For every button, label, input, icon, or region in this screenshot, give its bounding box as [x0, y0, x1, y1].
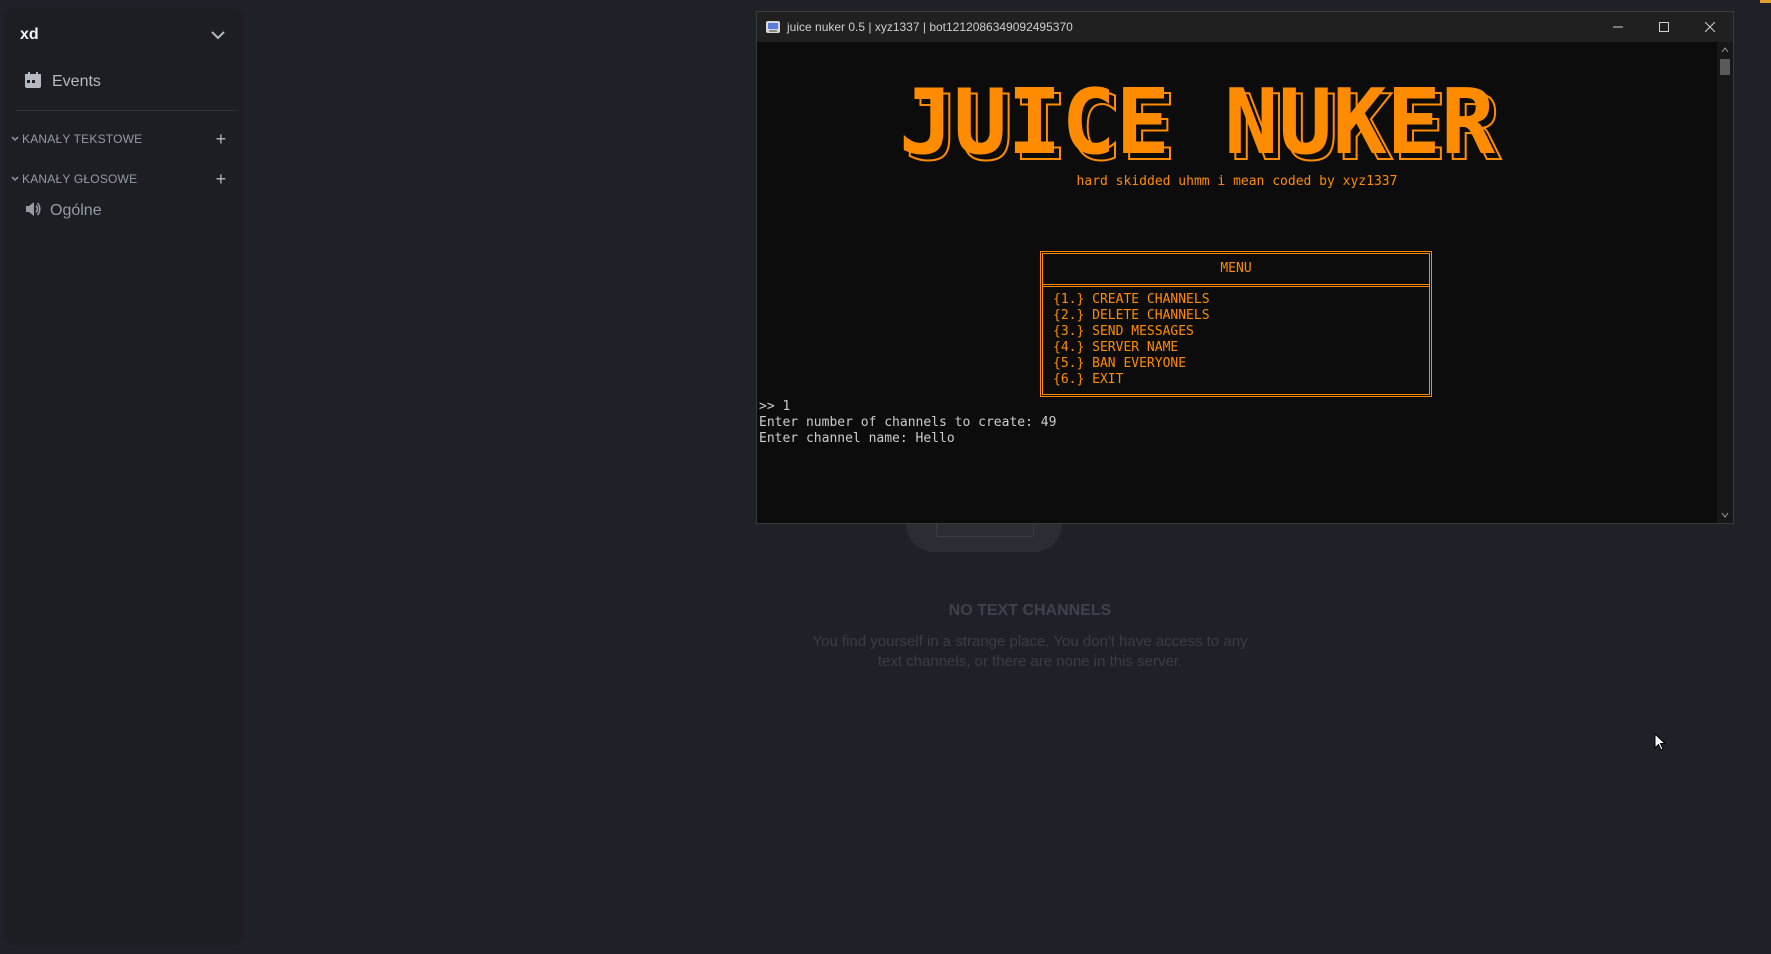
voice-channel-item[interactable]: Ogólne: [12, 195, 236, 227]
menu-item-exit[interactable]: {6.} EXIT: [1053, 372, 1419, 388]
menu-item-delete-channels[interactable]: {2.} DELETE CHANNELS: [1053, 308, 1419, 324]
logo-text: JUICE NUKER: [899, 70, 1496, 175]
calendar-icon: [24, 71, 42, 94]
close-icon: [1705, 22, 1715, 32]
menu-title: MENU: [1043, 254, 1429, 287]
close-button[interactable]: [1687, 12, 1733, 42]
window-titlebar[interactable]: juice nuker 0.5 | xyz1337 | bot121208634…: [757, 12, 1733, 42]
chevron-down-icon[interactable]: [208, 25, 228, 45]
events-item[interactable]: Events: [12, 64, 236, 100]
window-title: juice nuker 0.5 | xyz1337 | bot121208634…: [787, 20, 1073, 34]
scroll-down-icon[interactable]: [1717, 507, 1733, 523]
plus-icon[interactable]: +: [212, 170, 230, 188]
terminal-output[interactable]: JUICE NUKER JUICE NUKER hard skidded uhm…: [757, 42, 1717, 523]
server-name: xd: [20, 26, 39, 43]
empty-state-description: You find yourself in a strange place. Yo…: [812, 633, 1248, 670]
corner-indicator: [1760, 0, 1771, 3]
chevron-down-icon: [11, 176, 19, 182]
ascii-logo: JUICE NUKER JUICE NUKER: [899, 70, 1559, 175]
output-line[interactable]: Enter channel name: Hello: [759, 431, 955, 446]
chevron-down-icon: [11, 136, 19, 142]
menu-item-create-channels[interactable]: {1.} CREATE CHANNELS: [1053, 292, 1419, 308]
server-header[interactable]: xd: [4, 14, 244, 56]
events-label: Events: [52, 73, 101, 90]
empty-state-title: NO TEXT CHANNELS: [948, 602, 1112, 619]
menu-item-send-messages[interactable]: {3.} SEND MESSAGES: [1053, 324, 1419, 340]
minimize-icon: [1613, 26, 1623, 28]
divider: [16, 110, 236, 111]
plus-icon[interactable]: +: [212, 130, 230, 148]
subtitle: hard skidded uhmm i mean coded by xyz133…: [1076, 174, 1398, 189]
output-line: Enter number of channels to create: 49: [759, 415, 1057, 430]
menu-item-ban-everyone[interactable]: {5.} BAN EVERYONE: [1053, 356, 1419, 372]
speaker-icon: [24, 200, 42, 223]
vertical-scrollbar[interactable]: [1717, 42, 1733, 523]
scroll-up-icon[interactable]: [1717, 42, 1733, 58]
app-icon: [765, 19, 781, 35]
scroll-thumb[interactable]: [1720, 59, 1730, 75]
category-label: KANAŁY TEKSTOWE: [22, 132, 143, 146]
category-label: KANAŁY GŁOSOWE: [22, 172, 138, 186]
channel-sidebar: xd Events KANAŁY TEKSTOWE + KANAŁY GŁOSO…: [4, 8, 244, 946]
output-line: >> 1: [759, 399, 791, 414]
minimize-button[interactable]: [1595, 12, 1641, 42]
menu-list: {1.} CREATE CHANNELS {2.} DELETE CHANNEL…: [1043, 287, 1429, 393]
mouse-cursor-icon: [1654, 732, 1667, 756]
menu-item-server-name[interactable]: {4.} SERVER NAME: [1053, 340, 1419, 356]
menu-box: MENU {1.} CREATE CHANNELS {2.} DELETE CH…: [1040, 251, 1432, 397]
maximize-button[interactable]: [1641, 12, 1687, 42]
voice-channel-label: Ogólne: [50, 202, 102, 219]
maximize-icon: [1659, 22, 1669, 32]
category-text-channels[interactable]: KANAŁY TEKSTOWE +: [4, 127, 244, 151]
console-window[interactable]: juice nuker 0.5 | xyz1337 | bot121208634…: [756, 11, 1734, 524]
category-voice-channels[interactable]: KANAŁY GŁOSOWE +: [4, 167, 244, 191]
